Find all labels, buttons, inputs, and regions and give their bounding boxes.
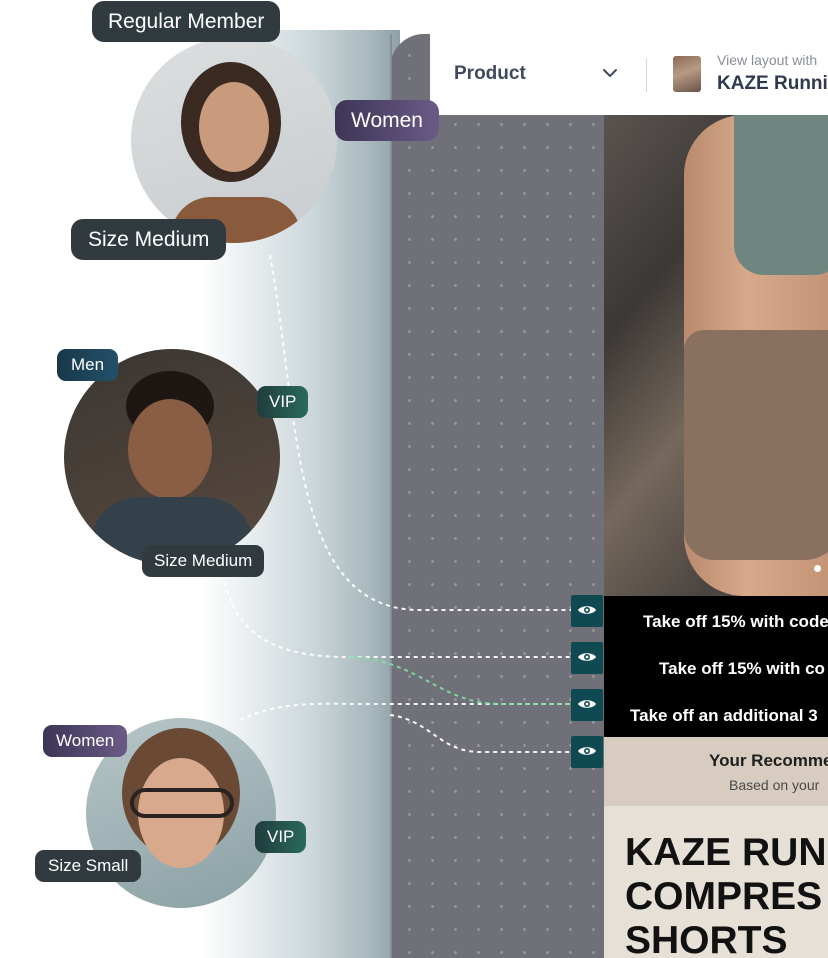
tag-women-1: Women	[335, 100, 439, 141]
preview-button-2[interactable]	[571, 642, 603, 674]
avatar-regular-member[interactable]	[131, 37, 337, 243]
avatar-face	[128, 399, 212, 499]
tag-size-medium-2: Size Medium	[142, 545, 265, 577]
tag-size-medium-1: Size Medium	[71, 219, 227, 260]
connector-highlight	[349, 656, 571, 705]
connector-1	[269, 254, 571, 611]
tag-women-2: Women	[43, 725, 128, 757]
eye-icon	[578, 700, 596, 708]
tag-vip-2: VIP	[255, 821, 307, 853]
preview-button-4[interactable]	[571, 736, 603, 768]
connector-3	[239, 702, 571, 721]
eye-icon	[578, 653, 596, 661]
tag-size-small: Size Small	[35, 850, 142, 882]
eye-icon	[578, 747, 596, 755]
preview-button-1[interactable]	[571, 595, 603, 627]
eye-icon	[578, 606, 596, 614]
avatar-face	[199, 82, 269, 172]
avatar-glasses	[130, 788, 234, 818]
tag-men: Men	[57, 349, 119, 381]
tag-vip-1: VIP	[257, 386, 309, 418]
connector-2	[224, 581, 571, 659]
avatar-men-vip[interactable]	[64, 349, 280, 565]
connector-4	[389, 714, 571, 753]
tag-regular-member: Regular Member	[92, 1, 281, 42]
preview-button-3[interactable]	[571, 689, 603, 721]
